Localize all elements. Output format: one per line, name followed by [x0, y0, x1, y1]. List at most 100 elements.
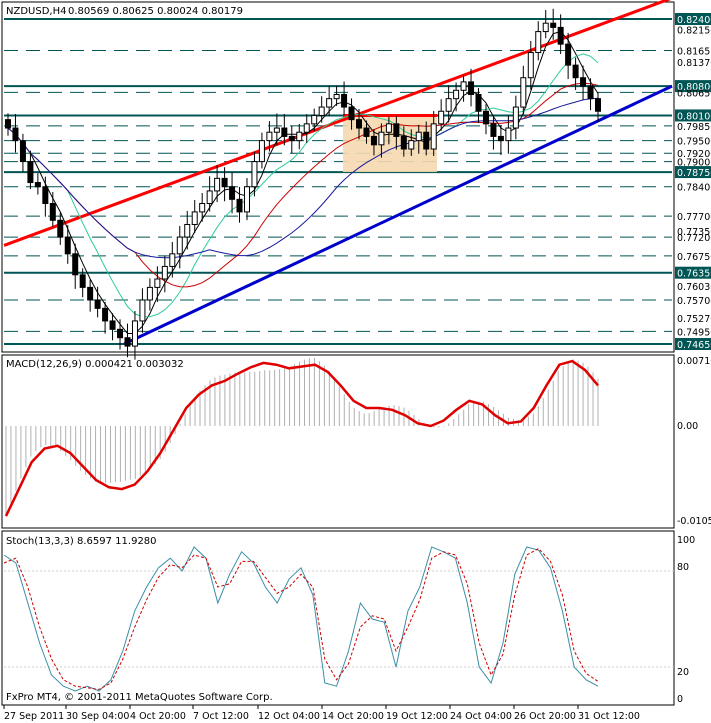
price-label-text: 0.74950 — [677, 327, 711, 338]
stoch-header: Stoch(13,3,3) 8.6597 11.9280 — [6, 536, 157, 547]
candle-body-51 — [385, 123, 392, 133]
candle-body-28 — [214, 177, 221, 192]
candle-body-17 — [131, 320, 138, 347]
candle-body-24 — [184, 223, 191, 238]
price-label-text: 0.78400 — [677, 183, 711, 194]
price-label-2: 0.81651 — [677, 46, 711, 57]
candle-body-57 — [430, 123, 437, 150]
candle-body-39 — [296, 131, 303, 142]
price-label-19: 0.75700 — [677, 296, 711, 307]
candle-body-50 — [378, 131, 385, 146]
time-label-1: 30 Sep 04:00 — [66, 711, 129, 722]
stoch-axis-label-1: 80 — [677, 562, 689, 573]
time-label-9: 31 Oct 12:00 — [578, 711, 640, 722]
candle-body-56 — [423, 131, 430, 150]
candle-body-15 — [117, 328, 124, 339]
candle-body-8 — [64, 236, 71, 255]
candle-body-34 — [258, 140, 265, 163]
candle-body-46 — [348, 106, 355, 121]
candle-body-44 — [333, 93, 340, 100]
candle-body-58 — [438, 110, 445, 125]
candle-body-76 — [572, 64, 579, 79]
time-label-8: 26 Oct 20:00 — [514, 711, 576, 722]
macd-axis-label-0: 0.00710 — [677, 356, 711, 367]
candle-body-55 — [415, 131, 422, 142]
candle-body-31 — [236, 198, 243, 213]
candle-body-0 — [5, 119, 11, 129]
candle-body-45 — [341, 93, 348, 108]
candle-body-68 — [512, 106, 519, 129]
candle-body-11 — [87, 286, 94, 301]
price-label-20: 0.75270 — [677, 314, 711, 325]
candle-body-72 — [542, 22, 549, 33]
ohlc-values: 0.80569 0.80625 0.80024 0.80179 — [68, 6, 243, 17]
price-label-17: 0.76350 — [675, 266, 711, 280]
price-label-text: 0.75700 — [677, 296, 711, 307]
candle-body-75 — [565, 43, 572, 66]
time-label-4: 12 Oct 04:00 — [258, 711, 320, 722]
candle-body-9 — [72, 253, 79, 276]
candle-body-35 — [266, 131, 273, 142]
candle-body-22 — [169, 253, 176, 267]
price-label-6: 0.80100 — [675, 109, 711, 122]
candle-body-74 — [557, 26, 564, 45]
time-label-7: 24 Oct 04:00 — [450, 711, 512, 722]
price-label-text: 0.76030 — [677, 282, 711, 293]
candle-body-54 — [408, 140, 415, 150]
price-label-text: 0.82400 — [677, 15, 711, 26]
price-label-text: 0.81651 — [677, 46, 711, 57]
price-label-16: 0.76750 — [677, 252, 711, 263]
candle-body-69 — [520, 77, 527, 108]
candle-body-48 — [363, 127, 370, 137]
price-label-11: 0.78750 — [675, 166, 711, 179]
candle-body-12 — [94, 299, 101, 309]
candle-body-65 — [490, 123, 497, 137]
candle-body-36 — [273, 127, 280, 133]
chart-canvas: 0.824000.821500.816510.813700.808000.806… — [0, 0, 711, 723]
candle-body-13 — [102, 307, 109, 322]
candle-body-67 — [505, 127, 512, 142]
candle-body-33 — [251, 161, 258, 188]
price-label-12: 0.78400 — [677, 183, 711, 194]
candle-body-40 — [303, 123, 310, 133]
price-axis: 0.824000.821500.816510.813700.808000.806… — [675, 13, 711, 351]
macd-axis-label-1: 0.00 — [677, 421, 698, 432]
candle-body-10 — [79, 274, 86, 288]
price-label-text: 0.80100 — [677, 111, 711, 122]
price-label-0: 0.82400 — [675, 13, 711, 26]
candle-body-26 — [199, 203, 206, 213]
stoch-axis-label-0: 100 — [677, 535, 695, 546]
candle-body-18 — [139, 299, 146, 322]
candle-body-32 — [243, 186, 250, 213]
candle-body-41 — [311, 114, 318, 125]
price-label-7: 0.79850 — [677, 122, 711, 133]
candle-body-53 — [400, 135, 407, 150]
candle-body-63 — [475, 93, 482, 112]
candle-body-52 — [393, 123, 400, 137]
price-label-text: 0.76750 — [677, 252, 711, 263]
time-label-0: 27 Sep 2011 — [4, 711, 64, 722]
candle-body-23 — [176, 236, 183, 255]
time-label-3: 7 Oct 12:00 — [193, 711, 249, 722]
candle-body-59 — [445, 98, 452, 112]
price-label-18: 0.76030 — [677, 282, 711, 293]
time-label-2: 4 Oct 20:00 — [130, 711, 186, 722]
candle-body-3 — [27, 161, 34, 184]
symbol-timeframe: NZDUSD,H4 — [6, 6, 66, 17]
candle-body-20 — [154, 278, 161, 288]
candle-body-14 — [109, 320, 116, 330]
macd-axis-label-2: -0.01052 — [677, 516, 711, 527]
price-label-text: 0.78750 — [677, 168, 711, 179]
candle-body-47 — [356, 119, 363, 129]
candle-body-5 — [42, 186, 49, 205]
price-label-5: 0.80650 — [677, 88, 711, 99]
copyright: FxPro MT4, © 2001-2011 MetaQuotes Softwa… — [6, 692, 273, 703]
time-label-5: 14 Oct 20:00 — [322, 711, 384, 722]
price-label-21: 0.74950 — [677, 327, 711, 338]
candle-body-49 — [370, 135, 377, 146]
candle-body-60 — [453, 89, 460, 100]
candle-body-2 — [19, 140, 26, 163]
price-label-3: 0.81370 — [677, 58, 711, 69]
candle-body-66 — [497, 135, 504, 142]
candle-body-71 — [535, 31, 542, 54]
